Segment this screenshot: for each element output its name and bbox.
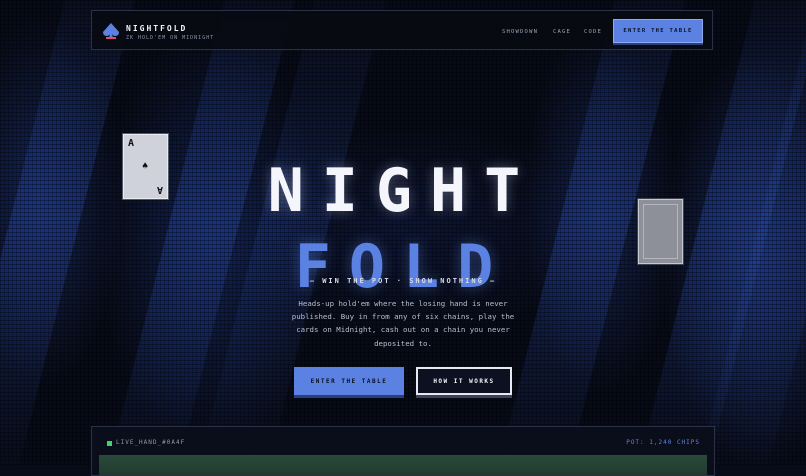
nav-link-showdown[interactable]: SHOWDOWN	[502, 29, 538, 35]
spade-logo-icon[interactable]	[102, 23, 120, 39]
brand-name[interactable]: NIGHTFOLD	[126, 24, 187, 33]
brand-tagline: ZK HOLD'EM ON MIDNIGHT	[126, 35, 215, 41]
hero-title-night: NIGHT	[267, 156, 539, 227]
hero-description: Heads-up hold'em where the losing hand i…	[291, 299, 515, 348]
live-hand-panel: LIVE_HAND_#0A4F POT: 1,240 CHIPS	[91, 426, 715, 476]
live-hand-label: LIVE_HAND_#0A4F	[116, 439, 186, 446]
hero-title-fold: FOLD	[294, 232, 512, 303]
live-dot-icon	[107, 441, 112, 446]
nav-link-code[interactable]: CODE	[584, 29, 602, 35]
enter-table-button[interactable]: ENTER THE TABLE	[294, 367, 404, 395]
how-it-works-button[interactable]: HOW IT WORKS	[416, 367, 512, 395]
nav-link-cage[interactable]: CAGE	[553, 29, 571, 35]
poker-table-felt	[99, 455, 707, 475]
top-nav: NIGHTFOLD ZK HOLD'EM ON MIDNIGHT SHOWDOW…	[91, 10, 713, 50]
nav-enter-table-button[interactable]: ENTER THE TABLE	[613, 19, 703, 43]
card-rank-top: A	[128, 138, 135, 149]
pot-readout: POT: 1,240 CHIPS	[626, 439, 700, 446]
hero-kicker: — WIN THE POT · SHOW NOTHING —	[309, 277, 497, 285]
